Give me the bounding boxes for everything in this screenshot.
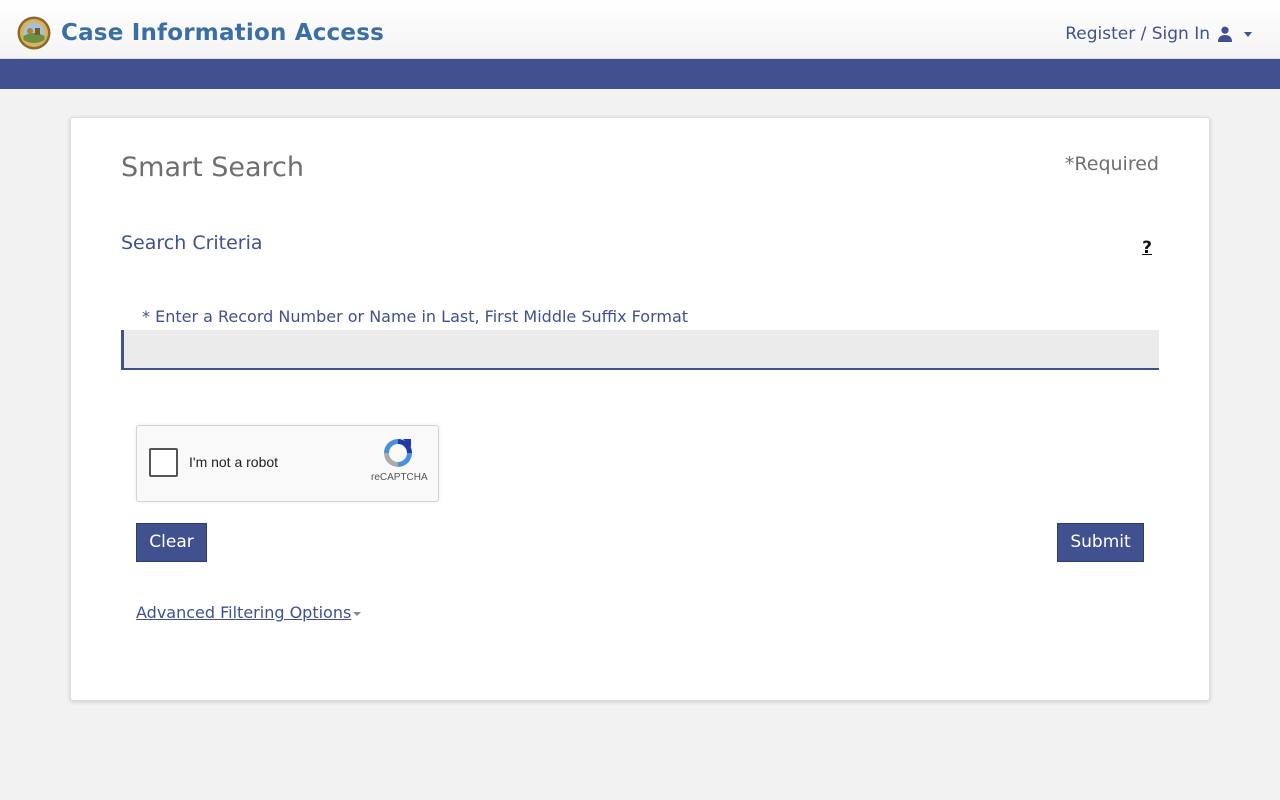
page-title: Smart Search <box>121 152 305 183</box>
advanced-filtering-toggle[interactable]: Advanced Filtering Options <box>136 602 362 624</box>
clear-button[interactable]: Clear <box>136 523 207 562</box>
required-note: *Required <box>1064 153 1159 175</box>
section-title: Search Criteria <box>121 232 263 254</box>
search-card: Smart Search *Required Search Criteria ?… <box>70 117 1210 701</box>
search-input[interactable] <box>121 330 1159 370</box>
sign-in-label: Register / Sign In <box>1065 24 1210 44</box>
recaptcha-brand: reCAPTCHA <box>371 472 428 483</box>
state-seal-icon <box>17 16 51 50</box>
recaptcha-checkbox[interactable] <box>149 448 178 477</box>
search-field-label: * Enter a Record Number or Name in Last,… <box>142 307 689 326</box>
user-icon <box>1218 26 1232 42</box>
nav-band <box>0 59 1280 89</box>
top-header: Case Information Access Register / Sign … <box>0 0 1280 59</box>
recaptcha-widget: I'm not a robot reCAPTCHA <box>136 425 439 502</box>
recaptcha-logo-icon <box>384 439 412 467</box>
advanced-filtering-label: Advanced Filtering Options <box>136 603 352 622</box>
chevron-down-icon <box>1244 31 1252 37</box>
app-title: Case Information Access <box>61 20 384 46</box>
register-sign-in-menu[interactable]: Register / Sign In <box>1065 20 1252 48</box>
help-icon[interactable]: ? <box>1142 238 1152 258</box>
submit-button[interactable]: Submit <box>1057 523 1144 562</box>
caret-down-icon <box>353 612 362 616</box>
recaptcha-label: I'm not a robot <box>189 454 279 470</box>
